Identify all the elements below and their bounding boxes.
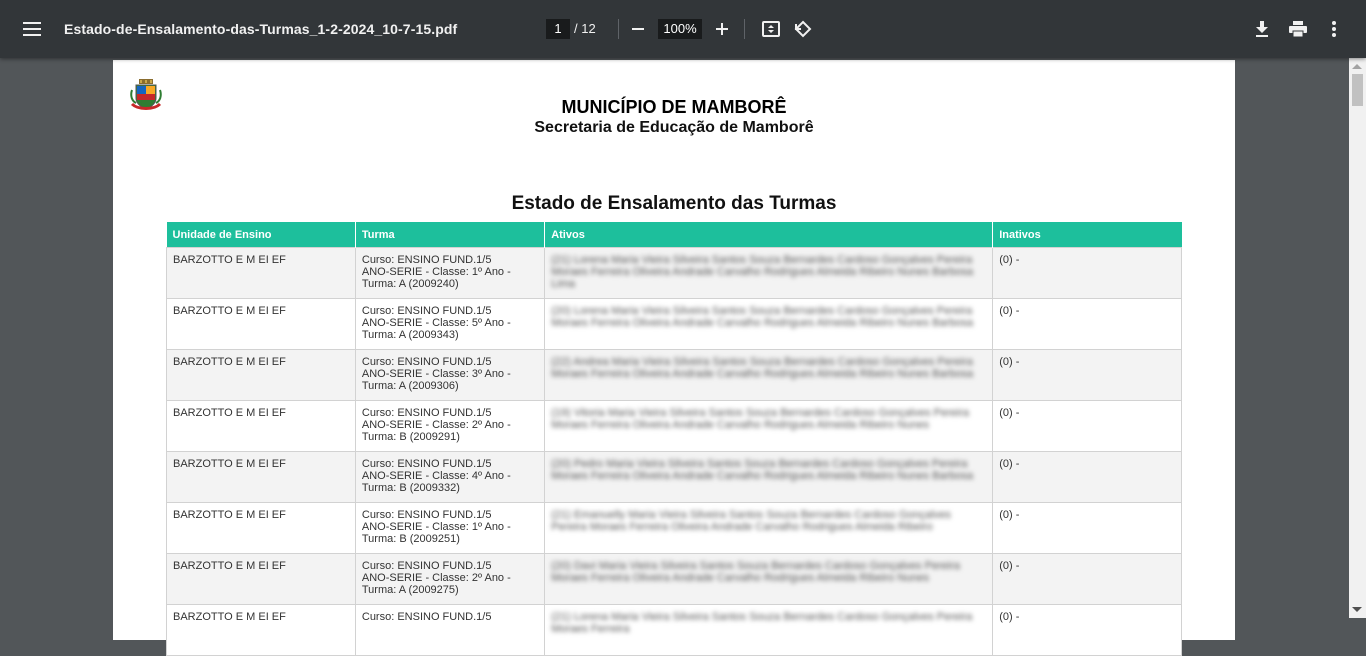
zoom-level-input[interactable]: 100% — [658, 19, 702, 39]
ativos-cell: (20) Lorena Maria Vieira Silveira Santos… — [544, 298, 994, 350]
table-row: BARZOTTO E M EI EF Curso: ENSINO FUND.1/… — [166, 298, 1182, 350]
turma-line: Curso: ENSINO FUND.1/5 — [361, 458, 492, 470]
inativos-cell: (0) - — [992, 349, 1182, 401]
unidade-cell: BARZOTTO E M EI EF — [166, 604, 356, 656]
turma-line: Curso: ENSINO FUND.1/5 — [361, 407, 492, 419]
turma-line: ANO-SERIE - Classe: 4º Ano - — [361, 470, 511, 482]
turma-line: Turma: A (2009306) — [361, 380, 459, 392]
column-header: Unidade de Ensino — [166, 222, 356, 248]
divider — [618, 19, 619, 39]
turma-line: Turma: B (2009332) — [361, 482, 460, 494]
report-title: Estado de Ensalamento das Turmas — [511, 193, 837, 214]
pdf-toolbar: Estado-de-Ensalamento-das-Turmas_1-2-202… — [0, 0, 1366, 58]
table-row: BARZOTTO E M EI EF Curso: ENSINO FUND.1/… — [166, 400, 1182, 452]
turma-cell: Curso: ENSINO FUND.1/5 ANO-SERIE - Classe… — [354, 298, 546, 350]
unidade-cell: BARZOTTO E M EI EF — [166, 502, 356, 554]
table-row: BARZOTTO E M EI EF Curso: ENSINO FUND.1/… — [166, 553, 1182, 605]
turma-cell: Curso: ENSINO FUND.1/5 ANO-SERIE - Classe… — [354, 553, 546, 605]
turma-line: Turma: A (2009343) — [361, 329, 459, 341]
ativos-names-redacted: (20) Lorena Maria Vieira Silveira Santos… — [551, 305, 974, 329]
table-header-row: Unidade de Ensino Turma Ativos Inativos — [166, 222, 1182, 248]
turma-line: Turma: B (2009251) — [361, 533, 460, 545]
scrollbar-thumb[interactable] — [1352, 74, 1363, 106]
download-icon[interactable] — [1248, 15, 1276, 43]
table-row: BARZOTTO E M EI EF Curso: ENSINO FUND.1/… — [166, 349, 1182, 401]
unidade-cell: BARZOTTO E M EI EF — [166, 349, 356, 401]
ativos-cell: (20) Pedro Maria Vieira Silveira Santos … — [544, 451, 994, 503]
municipality-heading: MUNICÍPIO DE MAMBORÊ — [561, 97, 787, 117]
unidade-cell: BARZOTTO E M EI EF — [166, 298, 356, 350]
unidade-cell: BARZOTTO E M EI EF — [166, 247, 356, 299]
turma-cell: Curso: ENSINO FUND.1/5 ANO-SERIE - Classe… — [354, 451, 546, 503]
scroll-up-arrow-icon[interactable] — [1352, 64, 1362, 69]
turma-cell: Curso: ENSINO FUND.1/5 — [354, 604, 546, 656]
divider — [744, 19, 745, 39]
ativos-cell: (19) Vitoria Maria Vieira Silveira Santo… — [544, 400, 994, 452]
ativos-cell: (22) Andrea Maria Vieira Silveira Santos… — [544, 349, 994, 401]
table-row: BARZOTTO E M EI EF Curso: ENSINO FUND.1/… — [166, 502, 1182, 554]
turma-line: Curso: ENSINO FUND.1/5 — [361, 305, 492, 317]
turma-cell: Curso: ENSINO FUND.1/5 ANO-SERIE - Classe… — [354, 349, 546, 401]
page-number-input[interactable]: 1 — [546, 19, 570, 39]
inativos-cell: (0) - — [992, 553, 1182, 605]
ativos-cell: (20) Davi Maria Vieira Silveira Santos S… — [544, 553, 994, 605]
ativos-cell: (21) Lorena Maria Vieira Silveira Santos… — [544, 604, 994, 656]
turma-line: Curso: ENSINO FUND.1/5 — [361, 611, 492, 623]
inativos-cell: (0) - — [992, 400, 1182, 452]
document-title: Estado-de-Ensalamento-das-Turmas_1-2-202… — [64, 21, 458, 37]
secretariat-subheading: Secretaria de Educação de Mamborê — [534, 119, 814, 136]
ativos-names-redacted: (20) Davi Maria Vieira Silveira Santos S… — [551, 560, 961, 584]
more-options-icon[interactable] — [1320, 15, 1348, 43]
classes-table: Unidade de Ensino Turma Ativos Inativos … — [166, 222, 1182, 656]
zoom-in-icon[interactable] — [708, 15, 736, 43]
unidade-cell: BARZOTTO E M EI EF — [166, 400, 356, 452]
turma-line: Turma: A (2009240) — [361, 278, 459, 290]
ativos-names-redacted: (20) Pedro Maria Vieira Silveira Santos … — [551, 458, 974, 482]
ativos-names-redacted: (21) Lorena Maria Vieira Silveira Santos… — [551, 611, 973, 635]
ativos-names-redacted: (19) Vitoria Maria Vieira Silveira Santo… — [551, 407, 969, 431]
turma-cell: Curso: ENSINO FUND.1/5 ANO-SERIE - Classe… — [354, 247, 546, 299]
scroll-down-arrow-icon[interactable] — [1352, 607, 1362, 612]
turma-line: Turma: B (2009291) — [361, 431, 460, 443]
inativos-cell: (0) - — [992, 502, 1182, 554]
page-total: / 12 — [574, 21, 596, 36]
turma-line: Curso: ENSINO FUND.1/5 — [361, 356, 492, 368]
turma-line: ANO-SERIE - Classe: 3º Ano - — [361, 368, 511, 380]
column-header: Ativos — [544, 222, 993, 248]
ativos-names-redacted: (22) Andrea Maria Vieira Silveira Santos… — [551, 356, 974, 380]
turma-line: ANO-SERIE - Classe: 2º Ano - — [361, 572, 511, 584]
ativos-cell: (21) Lorena Maria Vieira Silveira Santos… — [544, 247, 994, 299]
turma-line: Curso: ENSINO FUND.1/5 — [361, 560, 492, 572]
pdf-page: MUNICÍPIO DE MAMBORÊ Secretaria de Educa… — [113, 60, 1235, 656]
ativos-names-redacted: (21) Lorena Maria Vieira Silveira Santos… — [551, 254, 974, 290]
column-header: Turma — [354, 222, 545, 248]
fit-to-page-icon[interactable] — [757, 15, 785, 43]
ativos-cell: (21) Emanuelly Maria Vieira Silveira San… — [544, 502, 994, 554]
turma-line: Curso: ENSINO FUND.1/5 — [361, 509, 492, 521]
table-row: BARZOTTO E M EI EF Curso: ENSINO FUND.1/… — [166, 451, 1182, 503]
inativos-cell: (0) - — [992, 247, 1182, 299]
inativos-cell: (0) - — [992, 298, 1182, 350]
turma-cell: Curso: ENSINO FUND.1/5 ANO-SERIE - Classe… — [354, 400, 546, 452]
turma-line: Curso: ENSINO FUND.1/5 — [361, 254, 492, 266]
turma-line: ANO-SERIE - Classe: 2º Ano - — [361, 419, 511, 431]
turma-line: Turma: A (2009275) — [361, 584, 459, 596]
menu-icon[interactable] — [18, 15, 46, 43]
vertical-scrollbar[interactable] — [1349, 58, 1366, 618]
unidade-cell: BARZOTTO E M EI EF — [166, 553, 356, 605]
zoom-out-icon[interactable] — [624, 15, 652, 43]
print-icon[interactable] — [1284, 15, 1312, 43]
rotate-icon[interactable] — [789, 15, 817, 43]
column-header: Inativos — [992, 222, 1182, 248]
unidade-cell: BARZOTTO E M EI EF — [166, 451, 356, 503]
turma-line: ANO-SERIE - Classe: 1º Ano - — [361, 266, 511, 278]
turma-line: ANO-SERIE - Classe: 5º Ano - — [361, 317, 511, 329]
inativos-cell: (0) - — [992, 604, 1182, 656]
table-row: BARZOTTO E M EI EF Curso: ENSINO FUND.1/… — [166, 247, 1182, 299]
turma-line: ANO-SERIE - Classe: 1º Ano - — [361, 521, 511, 533]
turma-cell: Curso: ENSINO FUND.1/5 ANO-SERIE - Classe… — [354, 502, 546, 554]
inativos-cell: (0) - — [992, 451, 1182, 503]
ativos-names-redacted: (21) Emanuelly Maria Vieira Silveira San… — [551, 509, 951, 533]
table-row: BARZOTTO E M EI EF Curso: ENSINO FUND.1/… — [166, 604, 1182, 656]
